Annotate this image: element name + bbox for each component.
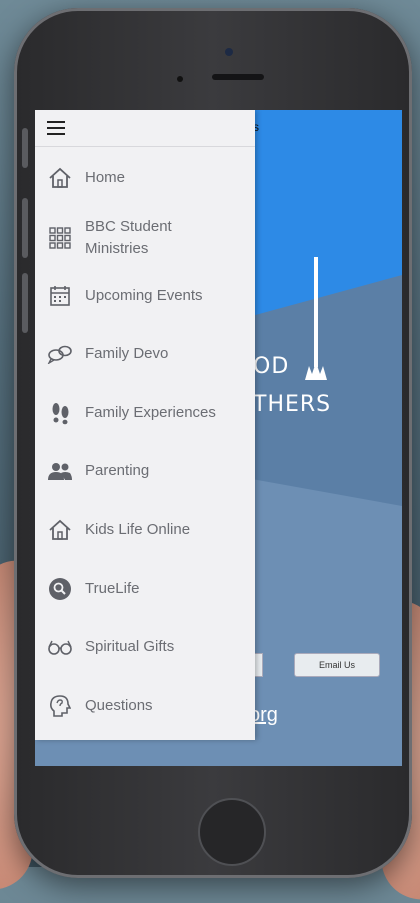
volume-up-button: [22, 198, 28, 258]
menu-item-kids-life-online[interactable]: Kids Life Online: [35, 514, 255, 546]
menu-item-upcoming-events[interactable]: Upcoming Events: [35, 280, 255, 312]
front-camera: [225, 48, 233, 56]
footprints-icon: [47, 400, 73, 426]
head-icon: [47, 693, 73, 719]
spire-logo: [314, 257, 318, 367]
menu-label: Spiritual Gifts: [85, 638, 175, 655]
mute-switch: [22, 128, 28, 168]
navigation-drawer: Home BBC Student Ministries Upcoming Eve…: [35, 110, 255, 740]
menu-label: TrueLife: [85, 580, 140, 597]
menu-label: Questions: [85, 697, 153, 714]
menu-label: Parenting: [85, 462, 150, 479]
glasses-icon: [47, 634, 73, 660]
logo-text-line1: OD: [253, 354, 290, 379]
menu-item-family-devo[interactable]: Family Devo: [35, 338, 255, 370]
house-icon: [47, 517, 73, 543]
home-button[interactable]: [198, 798, 266, 866]
grid-icon: [47, 225, 73, 251]
menu-label: Kids Life Online: [85, 521, 191, 538]
menu-label: Family Devo: [85, 345, 169, 362]
earpiece-speaker: [212, 74, 264, 80]
volume-down-button: [22, 273, 28, 333]
drawer-header: [35, 110, 255, 147]
menu-label: Family Experiences: [85, 404, 216, 421]
chat-bubbles-icon: [47, 341, 73, 367]
logo-text-line2: THERS: [253, 392, 332, 417]
home-icon: [47, 165, 73, 191]
phone-screen: s OD THERS Email Us org Home BBC Student…: [35, 110, 402, 766]
menu-label: BBC Student Ministries: [85, 218, 172, 257]
hamburger-icon[interactable]: [47, 121, 65, 135]
menu-item-family-experiences[interactable]: Family Experiences: [35, 397, 255, 429]
menu-item-home[interactable]: Home: [35, 162, 255, 194]
menu-label: Upcoming Events: [85, 287, 203, 304]
email-us-button[interactable]: Email Us: [294, 653, 380, 677]
menu-item-questions[interactable]: Questions: [35, 690, 255, 722]
spire-base-logo: [305, 362, 327, 380]
calendar-icon: [47, 283, 73, 309]
menu-item-bbc-student-ministries[interactable]: BBC Student Ministries: [35, 214, 255, 262]
menu-label: Home: [85, 169, 126, 186]
proximity-sensor: [177, 76, 183, 82]
people-icon: [47, 458, 73, 484]
menu-item-truelife[interactable]: TrueLife: [35, 573, 255, 605]
menu-item-parenting[interactable]: Parenting: [35, 455, 255, 487]
search-circle-icon: [47, 576, 73, 602]
menu-item-spiritual-gifts[interactable]: Spiritual Gifts: [35, 631, 255, 663]
